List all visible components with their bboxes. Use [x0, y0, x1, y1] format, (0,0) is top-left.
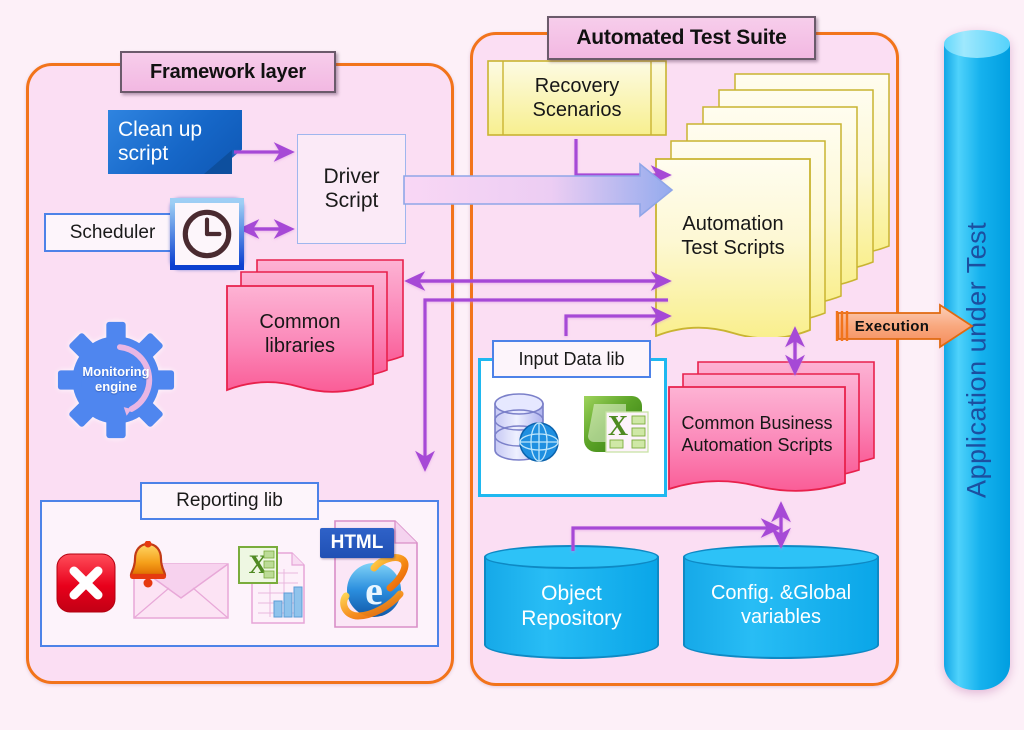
- config-global-variables-top: [683, 545, 879, 569]
- scheduler-node[interactable]: Scheduler: [44, 213, 181, 252]
- error-x-icon: [56, 553, 116, 613]
- object-repository-label: Object Repository: [521, 582, 622, 631]
- input-data-lib-label-box[interactable]: Input Data lib: [492, 340, 651, 378]
- bell-icon: [126, 540, 170, 589]
- input-data-lib-label: Input Data lib: [518, 348, 625, 369]
- config-global-variables-label: Config. &Global variables: [710, 582, 852, 628]
- execution-arrow: Execution: [834, 303, 974, 349]
- excel-spreadsheet-icon: X: [578, 390, 652, 464]
- clean-up-script-label: Clean up script: [118, 118, 203, 165]
- automated-test-suite-title: Automated Test Suite: [547, 16, 816, 60]
- recovery-scenarios-node[interactable]: Recovery Scenarios: [487, 60, 667, 136]
- framework-layer-title: Framework layer: [120, 51, 336, 93]
- scheduler-label: Scheduler: [69, 221, 156, 243]
- reporting-lib-label-box[interactable]: Reporting lib: [140, 482, 319, 520]
- excel-chart-report-icon: X: [238, 543, 308, 625]
- object-repository-top: [484, 545, 659, 569]
- object-repository-node[interactable]: Object Repository: [484, 545, 659, 659]
- internet-explorer-icon: e: [338, 552, 410, 624]
- monitoring-engine-label: Monitoring engine: [82, 364, 150, 394]
- clock-icon: [170, 198, 244, 270]
- automation-test-scripts-node[interactable]: Automation Test Scripts: [655, 72, 895, 340]
- execution-arrow-label: Execution: [854, 317, 930, 335]
- svg-text:X: X: [608, 411, 628, 442]
- monitoring-engine-node[interactable]: Monitoring engine: [48, 320, 184, 440]
- config-global-variables-node[interactable]: Config. &Global variables: [683, 545, 879, 659]
- automation-test-scripts-label: Automation Test Scripts: [681, 213, 785, 259]
- common-libraries-label: Common libraries: [259, 311, 341, 357]
- svg-text:e: e: [365, 568, 383, 613]
- recovery-scenarios-label: Recovery Scenarios: [532, 75, 622, 121]
- common-business-automation-scripts-node[interactable]: Common Business Automation Scripts: [668, 360, 876, 505]
- common-business-automation-scripts-label: Common Business Automation Scripts: [681, 413, 833, 455]
- common-libraries-node[interactable]: Common libraries: [225, 258, 405, 410]
- diagram-canvas: Framework layer Clean up script Driver S…: [0, 0, 1024, 730]
- database-globe-icon: [489, 392, 565, 464]
- application-under-test-label: Application under Test: [961, 221, 992, 499]
- application-under-test-node[interactable]: Application under Test: [944, 30, 1010, 690]
- reporting-lib-label: Reporting lib: [176, 490, 283, 511]
- driver-script-label: Driver Script: [323, 164, 380, 212]
- driver-script-node[interactable]: Driver Script: [297, 134, 406, 244]
- html-tag-label: HTML: [320, 528, 394, 558]
